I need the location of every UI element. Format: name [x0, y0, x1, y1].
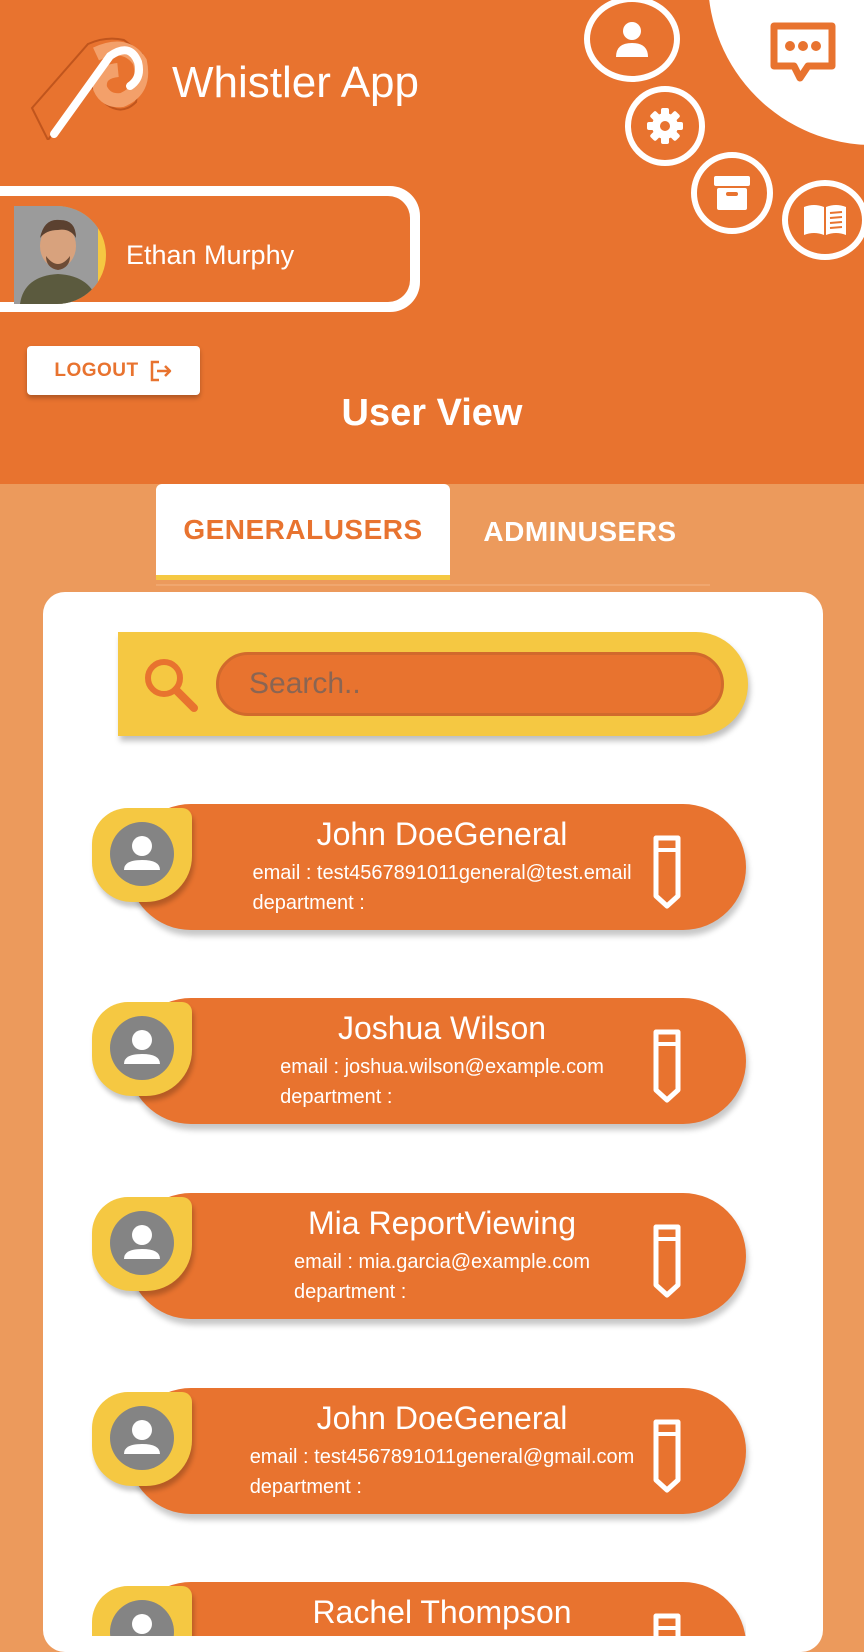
- user-card-department: department :: [280, 1086, 393, 1108]
- profile-button[interactable]: [584, 0, 680, 82]
- user-card-email: email : test4567891011general@test.email: [252, 862, 632, 884]
- user-card-name: John DoeGeneral: [316, 816, 568, 852]
- person-icon: [110, 1600, 174, 1636]
- user-card-email: email : mia.garcia@example.com: [294, 1251, 590, 1273]
- user-card-email: email : test4567891011general@gmail.com: [249, 1446, 635, 1468]
- archive-icon: [714, 176, 750, 210]
- user-card-department: department :: [252, 892, 365, 914]
- user-card[interactable]: John DoeGeneral email : test4567891011ge…: [92, 804, 746, 938]
- logout-button[interactable]: LOGOUT: [27, 346, 200, 395]
- person-icon: [110, 1016, 174, 1080]
- whistle-logo-icon: [30, 37, 149, 140]
- pencil-icon[interactable]: [652, 1612, 682, 1636]
- user-icon: [616, 22, 648, 57]
- pencil-icon[interactable]: [652, 1028, 682, 1104]
- pencil-icon[interactable]: [652, 1223, 682, 1299]
- search-bar: [118, 632, 748, 736]
- person-icon: [110, 1406, 174, 1470]
- pencil-icon[interactable]: [652, 1418, 682, 1494]
- user-card[interactable]: John DoeGeneral email : test4567891011ge…: [92, 1388, 746, 1522]
- user-card-department: department :: [249, 1476, 362, 1498]
- search-icon: [145, 659, 198, 712]
- user-card-name: Rachel Thompson: [312, 1594, 572, 1630]
- user-card-name: Mia ReportViewing: [308, 1205, 576, 1241]
- search-input[interactable]: [216, 652, 724, 716]
- chat-icon[interactable]: [768, 20, 838, 86]
- avatar: [14, 206, 106, 304]
- user-card[interactable]: Joshua Wilson email : joshua.wilson@exam…: [92, 998, 746, 1132]
- tab-admin-users[interactable]: ADMINUSERS: [450, 484, 710, 580]
- docs-button[interactable]: [782, 180, 864, 260]
- user-card-email: email : joshua.wilson@example.com: [280, 1056, 604, 1078]
- logout-icon: [150, 360, 171, 381]
- tab-general-users[interactable]: GENERALUSERS: [156, 484, 450, 580]
- app-title: Whistler App: [172, 58, 419, 107]
- profile-card: Ethan Murphy: [0, 186, 420, 312]
- user-card-name: Joshua Wilson: [337, 1010, 547, 1046]
- header: Whistler App Ethan Murphy LOGOUT User Vi…: [0, 0, 864, 484]
- user-card[interactable]: Mia ReportViewing email : mia.garcia@exa…: [92, 1193, 746, 1327]
- archive-button[interactable]: [691, 152, 773, 234]
- user-card-department: department :: [294, 1281, 407, 1303]
- user-card[interactable]: Rachel Thompson: [92, 1582, 746, 1636]
- pencil-icon[interactable]: [652, 834, 682, 910]
- book-icon: [804, 205, 846, 235]
- person-icon: [110, 822, 174, 886]
- tab-underline: [156, 584, 710, 586]
- gear-icon: [647, 108, 683, 144]
- person-icon: [110, 1211, 174, 1275]
- page-title: User View: [341, 392, 523, 434]
- user-card-name: John DoeGeneral: [316, 1400, 568, 1436]
- user-name: Ethan Murphy: [126, 240, 295, 270]
- settings-button[interactable]: [625, 86, 705, 166]
- logout-label: LOGOUT: [54, 359, 139, 381]
